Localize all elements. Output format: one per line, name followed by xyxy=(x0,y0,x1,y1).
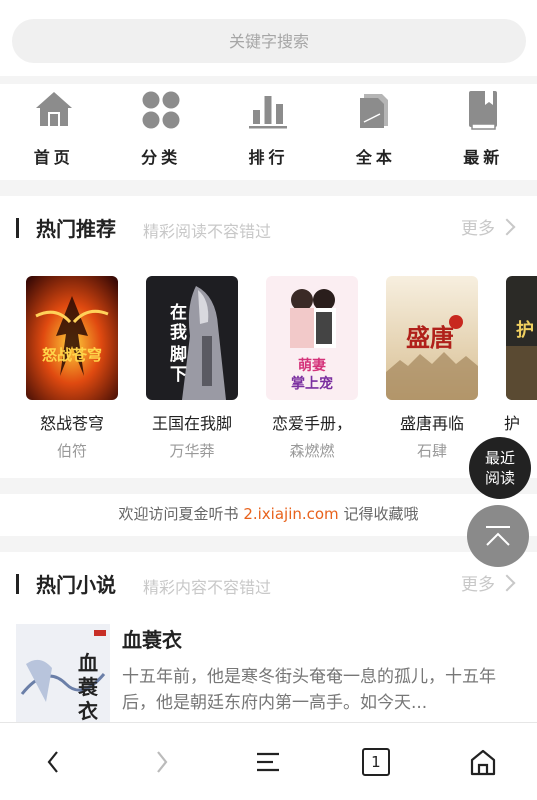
svg-text:蓑: 蓑 xyxy=(77,675,99,699)
book-card[interactable]: 护 护 xyxy=(504,276,537,440)
visit-suffix: 记得收藏哦 xyxy=(338,505,419,523)
svg-text:衣: 衣 xyxy=(78,699,98,723)
book-title: 怒战苍穹 xyxy=(39,414,104,433)
visit-notice: 欢迎访问夏金听书 2.ixiajin.com 记得收藏哦 xyxy=(0,494,537,536)
book-author: 万华莽 xyxy=(169,442,215,460)
svg-text:掌上宠: 掌上宠 xyxy=(291,375,333,392)
more-link[interactable]: 更多 xyxy=(461,214,516,239)
book-card[interactable]: 盛唐 盛唐再临 石肆 xyxy=(384,276,480,461)
category-nav: 首页 分类 排行 全本 最新 xyxy=(0,84,537,180)
recent-reading-button[interactable]: 最近 阅读 xyxy=(469,437,531,499)
book-author: 森燃燃 xyxy=(289,442,335,460)
book-title: 恋爱手册， xyxy=(271,414,352,433)
svg-text:脚: 脚 xyxy=(170,344,187,365)
tabs-icon: 1 xyxy=(361,748,390,776)
section-marker xyxy=(16,218,19,238)
book-cover: 在 我 脚 下 xyxy=(146,276,238,400)
svg-text:血: 血 xyxy=(78,651,98,675)
recent-label-line1: 最近 xyxy=(484,449,515,467)
chevron-left-icon xyxy=(47,751,58,773)
menu-icon xyxy=(257,752,280,772)
nav-label: 全本 xyxy=(355,148,396,167)
book-cover: 怒战苍穹 xyxy=(26,276,118,400)
recent-label-line2: 阅读 xyxy=(484,469,515,487)
section-subtitle: 精彩内容不容错过 xyxy=(143,578,272,597)
home-icon xyxy=(471,749,496,776)
novel-description: 十五年前，他是寒冬街头奄奄一息的孤儿，十五年后，他是朝廷东府内第一高手。如今天.… xyxy=(122,667,496,713)
chevron-right-icon xyxy=(498,218,516,235)
chevron-right-icon xyxy=(498,574,516,591)
nav-label: 最新 xyxy=(463,148,504,167)
section-title: 热门推荐 xyxy=(36,217,116,241)
nav-item-home[interactable]: 首页 xyxy=(0,84,107,180)
novel-title: 血蓑衣 xyxy=(122,628,182,652)
tabs-button[interactable]: 1 xyxy=(322,723,429,800)
forward-button[interactable] xyxy=(107,723,214,800)
book-author: 伯符 xyxy=(56,442,87,460)
svg-text:在: 在 xyxy=(170,302,187,323)
svg-text:盛唐: 盛唐 xyxy=(406,323,454,352)
book-cover: 护 xyxy=(506,276,537,400)
more-link[interactable]: 更多 xyxy=(461,570,516,595)
svg-text:我: 我 xyxy=(170,323,187,343)
latest-book-icon xyxy=(469,91,498,130)
complete-books-icon xyxy=(359,94,388,128)
tab-count: 1 xyxy=(371,753,381,771)
browser-toolbar: 1 xyxy=(0,722,537,800)
svg-text:护: 护 xyxy=(516,319,534,341)
nav-label: 排行 xyxy=(248,148,289,167)
more-label: 更多 xyxy=(461,575,495,595)
book-author: 石肆 xyxy=(416,442,447,460)
site-link[interactable]: 2.ixiajin.com xyxy=(243,505,338,523)
visit-prefix: 欢迎访问夏金听书 xyxy=(118,505,244,523)
ranking-icon xyxy=(249,96,288,129)
svg-text:下: 下 xyxy=(170,365,187,385)
category-icon xyxy=(142,91,180,129)
nav-item-complete[interactable]: 全本 xyxy=(322,84,429,180)
arrow-up-icon xyxy=(486,526,510,546)
hot-recommend-books: 怒战苍穹 怒战苍穹 伯符 在 我 脚 下 王国在我脚 万华莽 萌妻 掌上宠 恋爱… xyxy=(0,256,537,478)
back-to-top-button[interactable] xyxy=(467,505,529,567)
book-card[interactable]: 萌妻 掌上宠 恋爱手册， 森燃燃 xyxy=(264,276,360,461)
section-title: 热门小说 xyxy=(36,573,116,597)
svg-text:萌妻: 萌妻 xyxy=(298,357,326,374)
book-card[interactable]: 怒战苍穹 怒战苍穹 伯符 xyxy=(24,276,120,461)
more-label: 更多 xyxy=(461,219,495,239)
hot-novels-header: 热门小说 精彩内容不容错过 更多 xyxy=(0,552,537,610)
home-icon xyxy=(35,92,72,126)
nav-label: 分类 xyxy=(141,148,182,167)
search-input[interactable] xyxy=(12,19,526,63)
menu-button[interactable] xyxy=(215,723,322,800)
svg-text:怒战苍穹: 怒战苍穹 xyxy=(42,346,102,364)
book-title: 盛唐再临 xyxy=(399,414,464,433)
chevron-right-icon xyxy=(157,751,168,773)
section-subtitle: 精彩阅读不容错过 xyxy=(143,222,272,241)
nav-item-category[interactable]: 分类 xyxy=(107,84,214,180)
nav-item-latest[interactable]: 最新 xyxy=(430,84,537,180)
book-cover: 盛唐 xyxy=(386,276,478,400)
nav-item-ranking[interactable]: 排行 xyxy=(215,84,322,180)
section-marker xyxy=(16,574,19,594)
back-button[interactable] xyxy=(0,723,107,800)
search-area xyxy=(0,0,537,76)
book-title: 王国在我脚 xyxy=(151,414,232,433)
book-card[interactable]: 在 我 脚 下 王国在我脚 万华莽 xyxy=(144,276,240,461)
book-cover: 萌妻 掌上宠 xyxy=(266,276,358,400)
home-button[interactable] xyxy=(430,723,537,800)
nav-label: 首页 xyxy=(33,148,74,167)
novel-cover: 血 蓑 衣 xyxy=(16,624,110,724)
novel-list-item[interactable]: 血 蓑 衣 血蓑衣 十五年前，他是寒冬街头奄奄一息的孤儿，十五年后，他是朝廷东府… xyxy=(0,610,537,724)
book-title: 护 xyxy=(504,414,521,433)
